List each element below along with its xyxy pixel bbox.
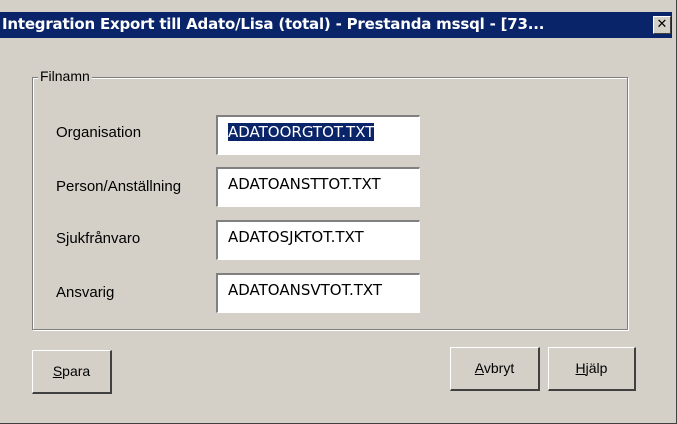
person-anstallning-value: ADATOANSTTOT.TXT [228,175,381,193]
sjukfranvaro-field[interactable]: ADATOSJKTOT.TXT [216,220,420,260]
export-dialog: Integration Export till Adato/Lisa (tota… [0,0,677,424]
help-label: jälp [585,360,608,376]
organisation-field[interactable]: ADATOORGTOT.TXT [216,115,420,155]
ansvarig-value: ADATOANSVTOT.TXT [228,281,383,299]
person-anstallning-field[interactable]: ADATOANSTTOT.TXT [216,167,420,207]
title-bar[interactable]: Integration Export till Adato/Lisa (tota… [0,12,672,38]
help-button[interactable]: Hjälp [548,347,636,391]
save-label: para [62,363,91,379]
save-button[interactable]: Spara [32,350,112,394]
cancel-label: vbryt [483,360,515,376]
person-anstallning-label: Person/Anställning [56,178,182,195]
window-title: Integration Export till Adato/Lisa (tota… [2,15,545,33]
ansvarig-label: Ansvarig [56,284,115,301]
close-button[interactable]: ✕ [653,16,671,34]
cancel-mnemonic: A [474,360,484,376]
help-mnemonic: H [575,360,586,376]
save-mnemonic: S [52,363,63,379]
organisation-label: Organisation [56,124,142,141]
cancel-button[interactable]: Avbryt [450,347,540,391]
ansvarig-field[interactable]: ADATOANSVTOT.TXT [216,273,420,313]
sjukfranvaro-label: Sjukfrånvaro [56,230,141,247]
close-icon: ✕ [656,17,668,32]
organisation-value: ADATOORGTOT.TXT [228,123,375,141]
groupbox-legend: Filnamn [38,68,92,84]
sjukfranvaro-value: ADATOSJKTOT.TXT [228,228,364,246]
